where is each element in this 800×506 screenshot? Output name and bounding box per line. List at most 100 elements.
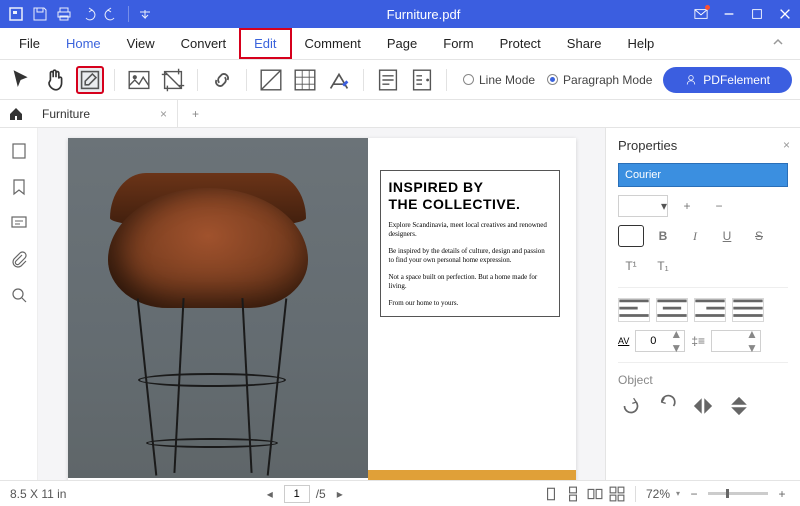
search-icon[interactable]: [10, 286, 28, 304]
font-style-select[interactable]: ▾: [618, 195, 668, 217]
document-canvas[interactable]: INSPIRED BY THE COLLECTIVE. Explore Scan…: [38, 128, 605, 480]
view-thumbnails-icon[interactable]: [609, 486, 625, 502]
text-block[interactable]: INSPIRED BY THE COLLECTIVE. Explore Scan…: [380, 170, 560, 317]
line-spacing-icon: ‡≡: [691, 334, 705, 348]
zoom-in-icon[interactable]: +: [774, 486, 790, 502]
object-section-title: Object: [618, 373, 788, 387]
add-image-icon[interactable]: [125, 66, 153, 94]
heading-2: THE COLLECTIVE.: [389, 196, 551, 213]
font-size-increase-icon[interactable]: +: [674, 195, 700, 217]
line-mode-label: Line Mode: [479, 73, 535, 87]
para-4: From our home to yours.: [389, 299, 551, 308]
paragraph-mode-label: Paragraph Mode: [563, 73, 652, 87]
next-page-icon[interactable]: ▸: [332, 486, 348, 502]
hand-tool-icon[interactable]: [42, 66, 70, 94]
rotate-ccw-icon[interactable]: [618, 393, 644, 419]
menu-home[interactable]: Home: [53, 28, 114, 59]
menu-page[interactable]: Page: [374, 28, 430, 59]
align-justify-icon[interactable]: [732, 298, 764, 322]
para-3: Not a space built on perfection. But a h…: [389, 273, 551, 291]
tab-furniture[interactable]: Furniture ×: [32, 100, 178, 127]
zoom-slider[interactable]: [708, 492, 768, 495]
align-center-icon[interactable]: [656, 298, 688, 322]
app-logo-icon: [8, 6, 24, 22]
redo-icon[interactable]: [104, 6, 120, 22]
rotate-cw-icon[interactable]: [654, 393, 680, 419]
watermark-icon[interactable]: [257, 66, 285, 94]
undo-icon[interactable]: [80, 6, 96, 22]
left-sidebar: [0, 128, 38, 480]
home-tab-icon[interactable]: [8, 106, 24, 122]
menu-protect[interactable]: Protect: [487, 28, 554, 59]
pdfelement-button[interactable]: PDFelement: [663, 67, 792, 93]
bookmarks-icon[interactable]: [10, 178, 28, 196]
chair-photo: [68, 138, 368, 478]
customize-qat-icon[interactable]: [137, 6, 153, 22]
menu-share[interactable]: Share: [554, 28, 615, 59]
panel-close-icon[interactable]: ×: [783, 138, 790, 152]
tab-close-icon[interactable]: ×: [160, 107, 167, 121]
crop-icon[interactable]: [159, 66, 187, 94]
link-icon[interactable]: [208, 66, 236, 94]
para-2: Be inspired by the details of culture, d…: [389, 247, 551, 265]
menu-convert[interactable]: Convert: [168, 28, 240, 59]
menu-view[interactable]: View: [114, 28, 168, 59]
view-facing-icon[interactable]: [587, 486, 603, 502]
save-icon[interactable]: [32, 6, 48, 22]
para-1: Explore Scandinavia, meet local creative…: [389, 221, 551, 239]
brand-label: PDFelement: [703, 73, 770, 87]
mail-icon[interactable]: [694, 7, 708, 21]
title-bar: Furniture.pdf: [0, 0, 800, 28]
view-continuous-icon[interactable]: [565, 486, 581, 502]
background-icon[interactable]: [291, 66, 319, 94]
italic-button[interactable]: I: [682, 225, 708, 247]
user-icon: [685, 74, 697, 86]
strikethrough-button[interactable]: S: [746, 225, 772, 247]
flip-horizontal-icon[interactable]: [690, 393, 716, 419]
menu-edit[interactable]: Edit: [239, 28, 291, 59]
collapse-ribbon-icon[interactable]: [762, 36, 794, 51]
new-tab-icon[interactable]: +: [186, 107, 205, 121]
subscript-button[interactable]: T₁: [650, 255, 676, 277]
line-mode-radio[interactable]: Line Mode: [463, 73, 535, 87]
bates-icon[interactable]: [374, 66, 402, 94]
minimize-icon[interactable]: [722, 7, 736, 21]
menu-form[interactable]: Form: [430, 28, 486, 59]
print-icon[interactable]: [56, 6, 72, 22]
menu-file[interactable]: File: [6, 28, 53, 59]
menu-help[interactable]: Help: [615, 28, 668, 59]
thumbnails-icon[interactable]: [10, 142, 28, 160]
align-left-icon[interactable]: [618, 298, 650, 322]
edit-text-tool-icon[interactable]: [76, 66, 104, 94]
flip-vertical-icon[interactable]: [726, 393, 752, 419]
close-icon[interactable]: [778, 7, 792, 21]
document-tabs: Furniture × +: [0, 100, 800, 128]
page-number-input[interactable]: [284, 485, 310, 503]
more-options-icon[interactable]: [408, 66, 436, 94]
underline-button[interactable]: U: [714, 225, 740, 247]
select-tool-icon[interactable]: [8, 66, 36, 94]
zoom-level: 72%: [646, 487, 670, 501]
view-single-icon[interactable]: [543, 486, 559, 502]
font-size-decrease-icon[interactable]: −: [706, 195, 732, 217]
page-dimensions: 8.5 X 11 in: [10, 487, 66, 501]
paragraph-mode-radio[interactable]: Paragraph Mode: [547, 73, 652, 87]
comments-icon[interactable]: [10, 214, 28, 232]
font-color-icon[interactable]: [618, 225, 644, 247]
line-spacing-input[interactable]: ▲▼: [711, 330, 761, 352]
prev-page-icon[interactable]: ◂: [262, 486, 278, 502]
char-spacing-input[interactable]: ▲▼: [635, 330, 685, 352]
status-bar: 8.5 X 11 in ◂ /5 ▸ 72% ▾ − +: [0, 480, 800, 506]
menu-comment[interactable]: Comment: [292, 28, 374, 59]
font-family-select[interactable]: Courier: [618, 163, 788, 187]
superscript-button[interactable]: T¹: [618, 255, 644, 277]
align-right-icon[interactable]: [694, 298, 726, 322]
window-buttons: [694, 7, 792, 21]
maximize-icon[interactable]: [750, 7, 764, 21]
attachments-icon[interactable]: [10, 250, 28, 268]
properties-title: Properties: [618, 138, 788, 153]
header-footer-icon[interactable]: [325, 66, 353, 94]
orange-band: [368, 470, 576, 480]
zoom-out-icon[interactable]: −: [686, 486, 702, 502]
bold-button[interactable]: B: [650, 225, 676, 247]
